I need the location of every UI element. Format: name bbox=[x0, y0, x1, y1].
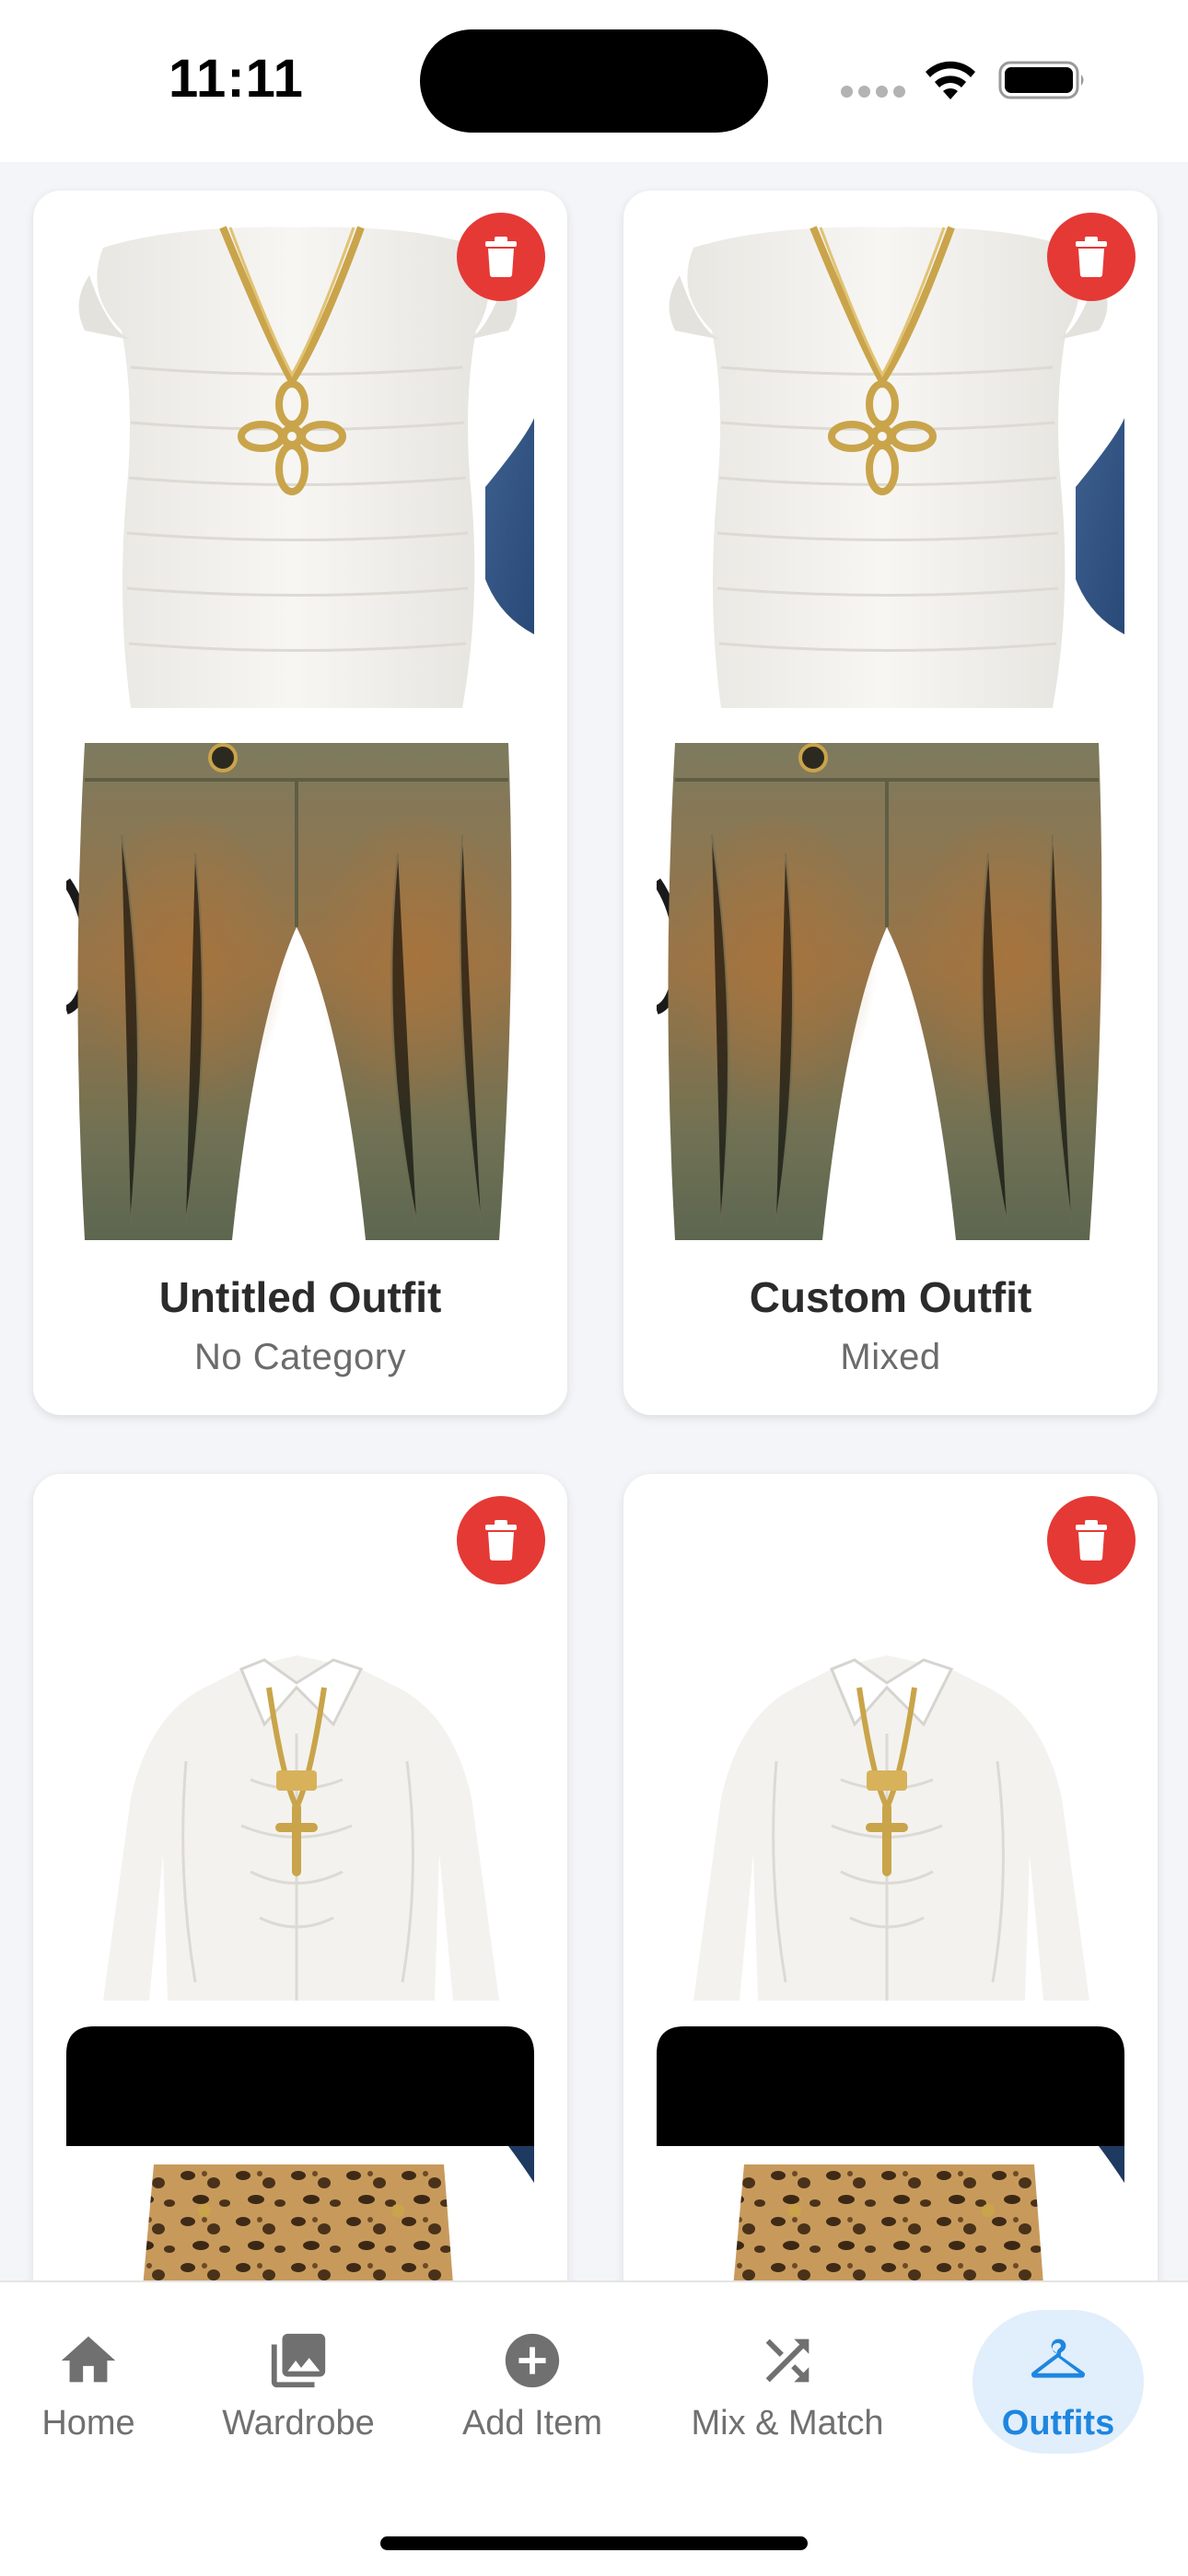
delete-outfit-button[interactable] bbox=[1047, 1496, 1136, 1584]
delete-outfit-button[interactable] bbox=[1047, 213, 1136, 301]
photo-library-icon bbox=[271, 2333, 326, 2388]
home-indicator[interactable] bbox=[380, 2536, 808, 2550]
bottom-item-image bbox=[66, 2026, 534, 2281]
top-item-image bbox=[657, 1503, 1124, 2001]
outfit-title: Untitled Outfit bbox=[158, 1273, 442, 1321]
trash-icon bbox=[485, 237, 517, 277]
status-time: 11:11 bbox=[169, 49, 304, 109]
outfit-category: Mixed bbox=[840, 1337, 941, 1377]
hanger-icon bbox=[1031, 2338, 1085, 2378]
status-bar: 11:11 bbox=[0, 0, 1188, 162]
top-item-image bbox=[66, 1503, 534, 2001]
nav-item-home[interactable]: Home bbox=[15, 2282, 162, 2466]
bottom-item-image bbox=[657, 2026, 1124, 2281]
shuffle-icon bbox=[765, 2338, 809, 2383]
nav-item-outfits[interactable]: Outfits bbox=[973, 2282, 1144, 2466]
cellular-signal-icon bbox=[841, 86, 905, 99]
nav-item-mix-match[interactable]: Mix & Match bbox=[677, 2282, 898, 2466]
delete-outfit-button[interactable] bbox=[457, 1496, 545, 1584]
trash-icon bbox=[1076, 1520, 1107, 1561]
outfit-card[interactable]: Untitled Outfit No Category bbox=[33, 191, 567, 1415]
top-item-image bbox=[66, 220, 534, 717]
outfits-grid: Untitled Outfit No Category Custom Outfi… bbox=[0, 162, 1188, 2281]
nav-item-add-item[interactable]: Add Item bbox=[440, 2282, 624, 2466]
nav-label: Wardrobe bbox=[222, 2404, 375, 2443]
bottom-item-image bbox=[657, 743, 1124, 1240]
delete-outfit-button[interactable] bbox=[457, 213, 545, 301]
bottom-item-image bbox=[66, 743, 534, 1240]
outfit-card[interactable]: Custom Outfit Mixed bbox=[623, 191, 1158, 1415]
top-item-image bbox=[657, 220, 1124, 717]
outfit-category: No Category bbox=[193, 1337, 407, 1377]
wifi-icon bbox=[926, 61, 975, 99]
outfit-card[interactable] bbox=[33, 1474, 567, 2281]
home-icon bbox=[61, 2336, 116, 2383]
add-circle-icon bbox=[505, 2333, 560, 2388]
nav-label: Outfits bbox=[1001, 2404, 1115, 2443]
outfit-title: Custom Outfit bbox=[749, 1273, 1032, 1321]
trash-icon bbox=[1076, 237, 1107, 277]
nav-item-wardrobe[interactable]: Wardrobe bbox=[206, 2282, 390, 2466]
battery-icon bbox=[998, 61, 1084, 99]
dynamic-island bbox=[420, 29, 768, 133]
bottom-navigation-bar: Home Wardrobe Add Item Mix & Match Outfi… bbox=[0, 2280, 1188, 2576]
nav-label: Home bbox=[41, 2404, 135, 2443]
nav-label: Mix & Match bbox=[691, 2404, 884, 2443]
outfit-card[interactable] bbox=[623, 1474, 1158, 2281]
trash-icon bbox=[485, 1520, 517, 1561]
nav-label: Add Item bbox=[461, 2404, 603, 2443]
